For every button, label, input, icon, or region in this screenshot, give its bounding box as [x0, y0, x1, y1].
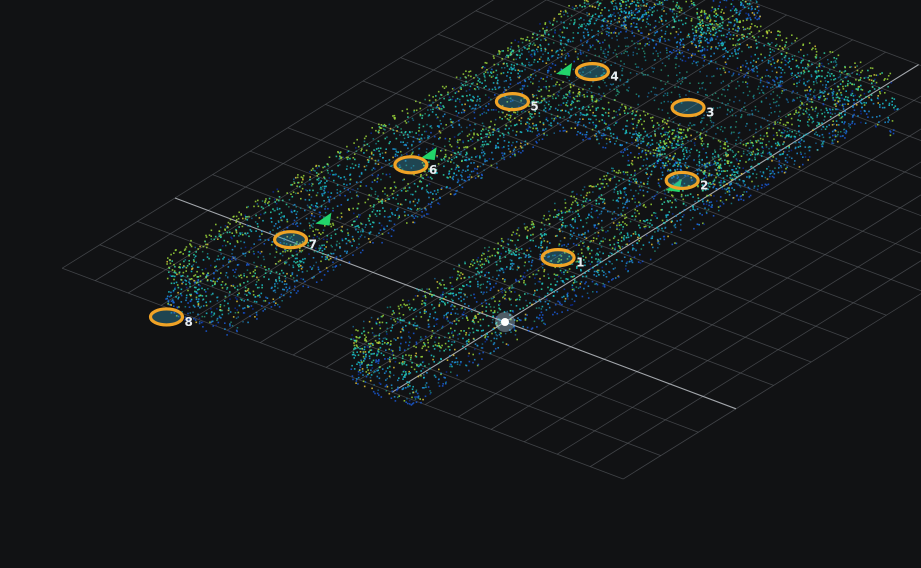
waypoint-label: 4: [610, 70, 618, 84]
direction-arrow-icon: [556, 62, 573, 76]
grid-line: [292, 27, 820, 356]
grid-axis: [174, 197, 737, 410]
grid-line: [589, 260, 921, 467]
waypoint-label: 7: [309, 238, 317, 252]
waypoint-label: 6: [429, 163, 437, 177]
waypoint-label: 1: [576, 256, 584, 270]
waypoint-marker[interactable]: 3: [670, 97, 714, 120]
grid-line: [287, 127, 849, 339]
origin-marker: [495, 312, 515, 332]
waypoint-marker[interactable]: 7: [272, 230, 317, 252]
waypoint-label: 3: [706, 106, 714, 120]
grid-line: [523, 194, 921, 443]
waypoint-label: 5: [530, 100, 538, 114]
3d-point-cloud-viewport[interactable]: 1 2 3 4 5 6 7 8: [0, 0, 921, 568]
grid-line: [475, 10, 921, 179]
grid-line: [137, 221, 699, 433]
waypoint-marker[interactable]: 1: [540, 248, 584, 270]
waypoint-marker[interactable]: 8: [148, 307, 193, 329]
waypoint-marker[interactable]: 5: [494, 92, 539, 114]
grid-line: [99, 244, 661, 456]
waypoint-marker[interactable]: 6: [393, 155, 437, 177]
point-cloud-scene[interactable]: 1 2 3 4 5 6 7 8: [0, 0, 921, 568]
point-cloud: [165, 0, 899, 406]
direction-arrow-icon: [315, 212, 332, 226]
robot-origin-point: [501, 318, 509, 326]
waypoint-marker[interactable]: 4: [574, 62, 619, 84]
waypoint-label: 8: [185, 315, 193, 329]
waypoint-label: 2: [700, 178, 708, 192]
